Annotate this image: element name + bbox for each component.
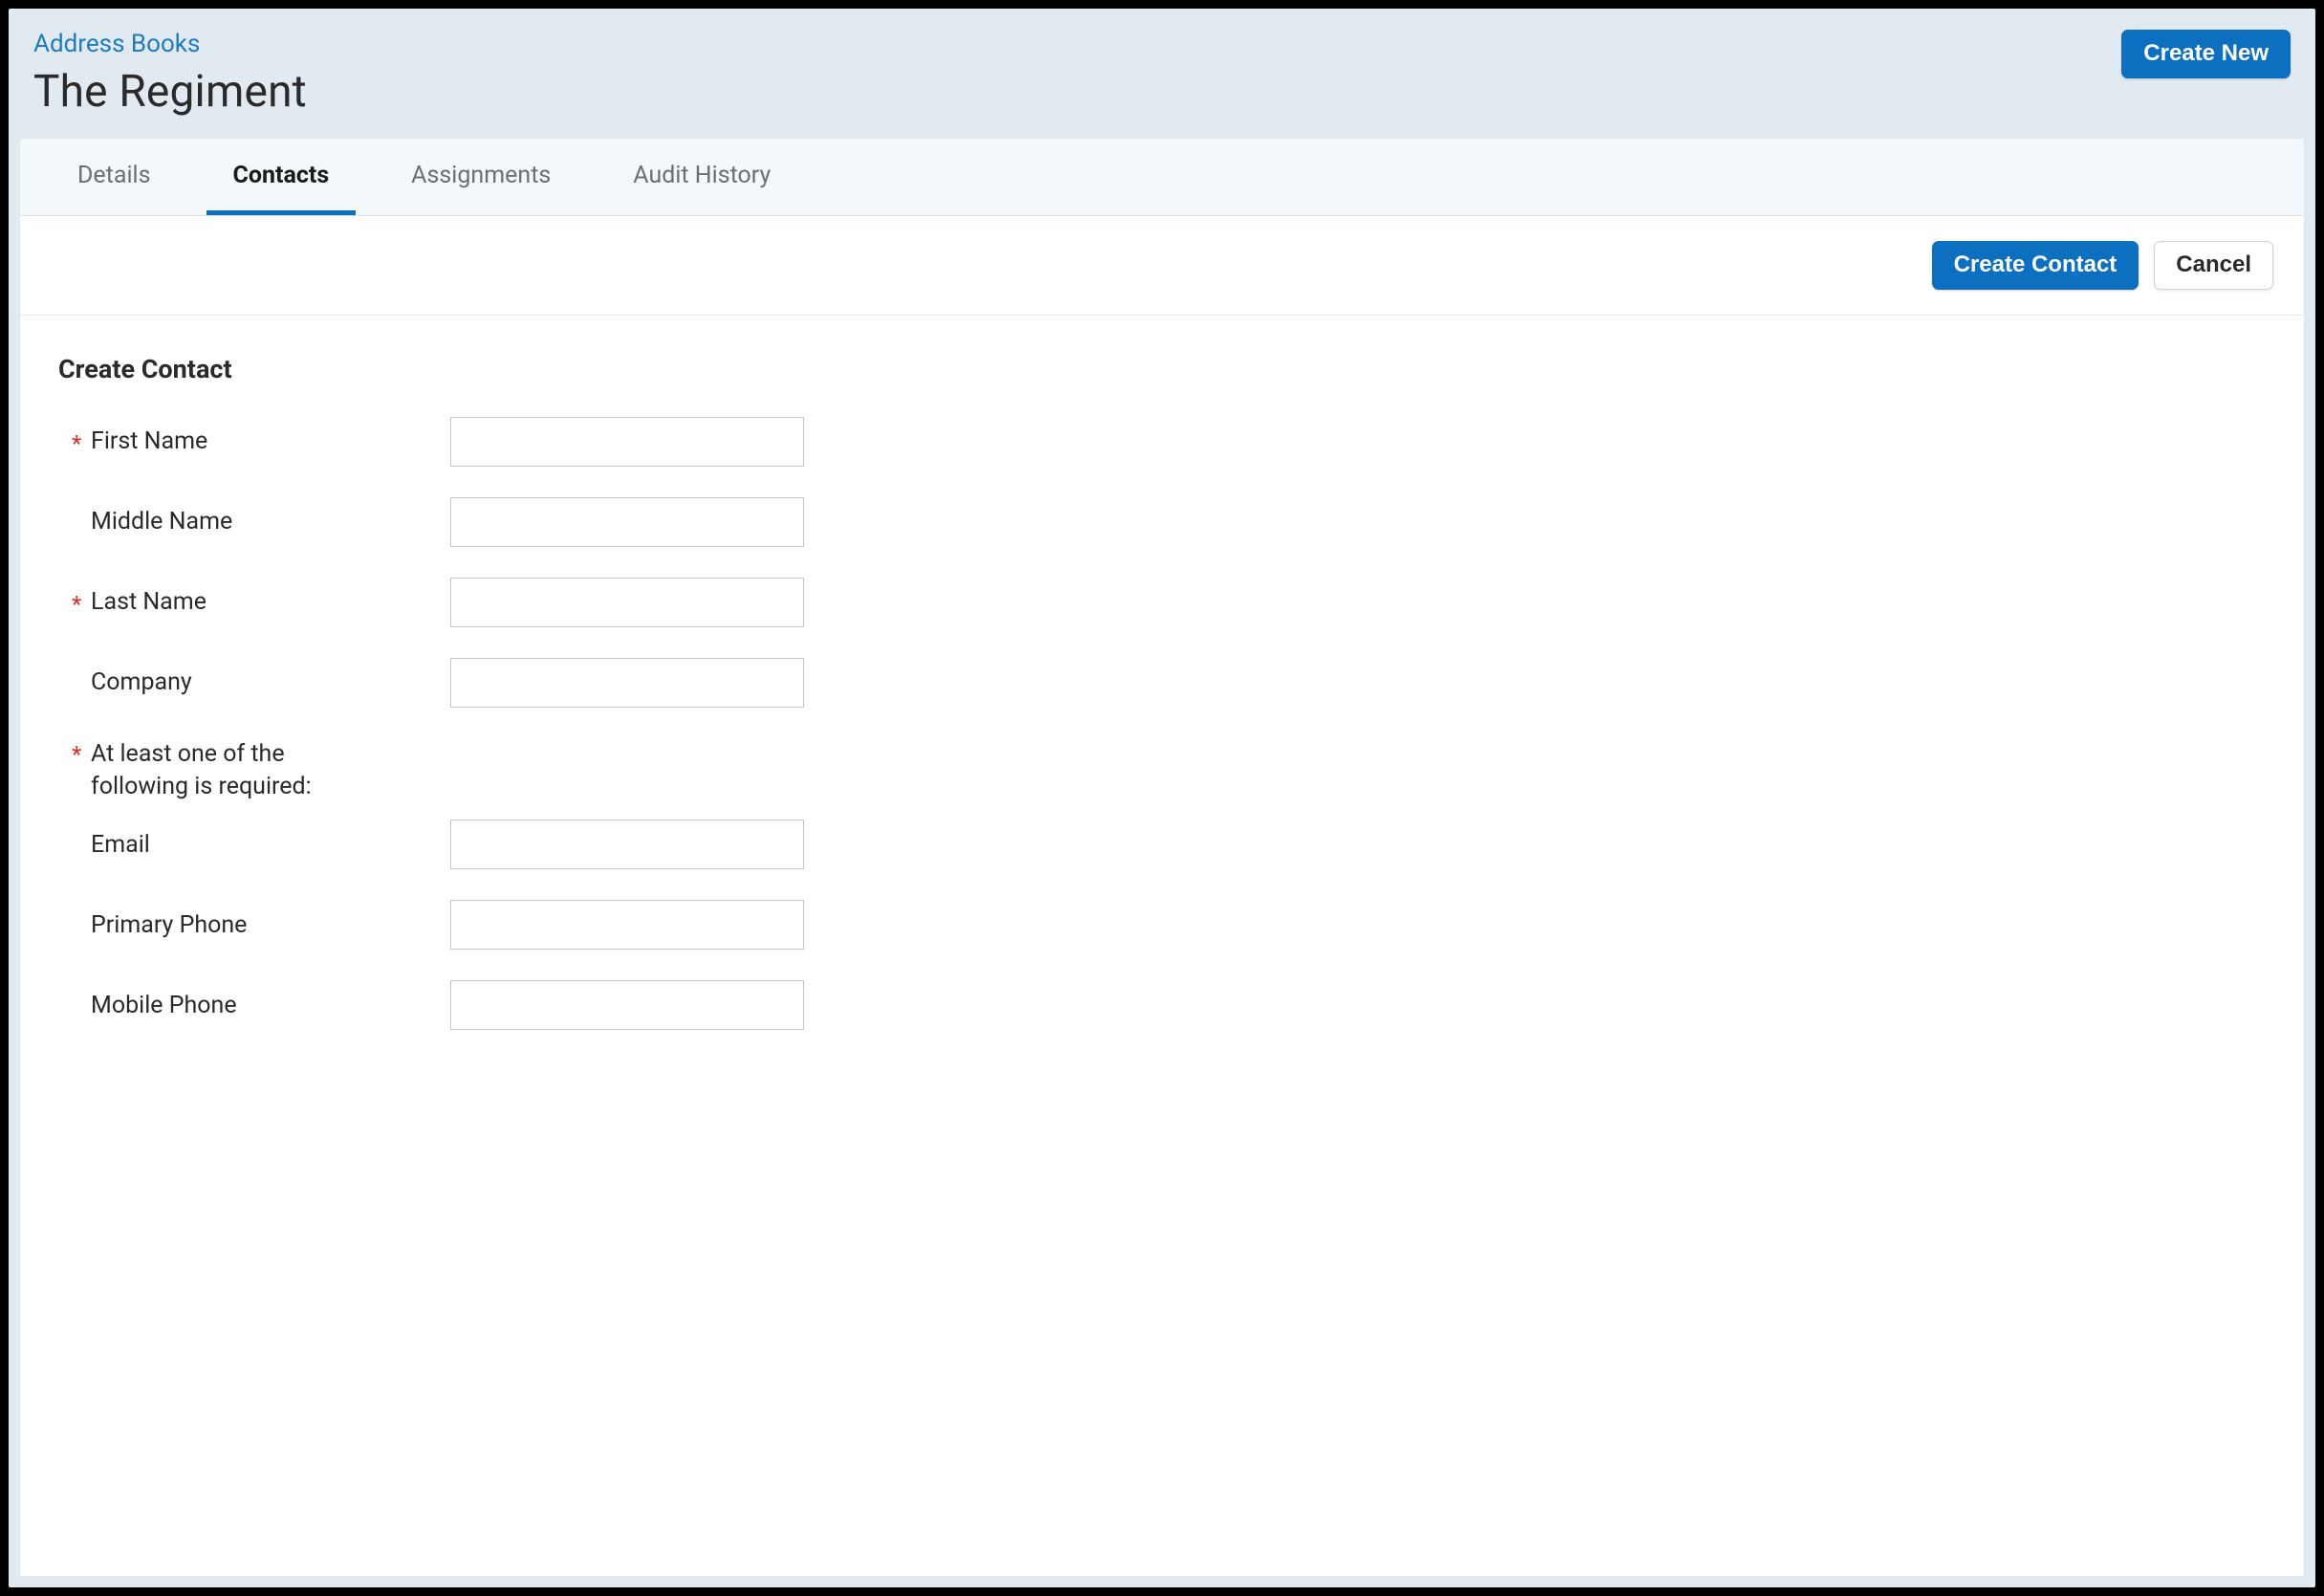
tab-bar: Details Contacts Assignments Audit Histo… xyxy=(20,139,2304,216)
tab-audit-history[interactable]: Audit History xyxy=(606,139,797,215)
header-left: Address Books The Regiment xyxy=(33,30,307,118)
tab-assignments[interactable]: Assignments xyxy=(384,139,577,215)
row-primary-phone: Primary Phone xyxy=(58,900,2266,950)
row-middle-name: Middle Name xyxy=(58,497,2266,547)
middle-name-field[interactable] xyxy=(450,497,804,547)
form-toolbar: Create Contact Cancel xyxy=(20,216,2304,316)
required-marker: * xyxy=(72,738,91,766)
label-first-name: First Name xyxy=(91,427,207,455)
label-email: Email xyxy=(91,831,150,859)
page-header: Address Books The Regiment Create New xyxy=(20,18,2304,139)
label-middle-name: Middle Name xyxy=(91,508,232,536)
row-required-note: * At least one of the following is requi… xyxy=(58,738,2266,803)
breadcrumb-link[interactable]: Address Books xyxy=(33,30,307,58)
tab-details[interactable]: Details xyxy=(51,139,178,215)
last-name-field[interactable] xyxy=(450,578,804,627)
required-marker: * xyxy=(72,427,91,455)
required-marker: * xyxy=(72,588,91,616)
primary-phone-field[interactable] xyxy=(450,900,804,950)
mobile-phone-field[interactable] xyxy=(450,980,804,1030)
row-mobile-phone: Mobile Phone xyxy=(58,980,2266,1030)
label-primary-phone: Primary Phone xyxy=(91,911,247,939)
cancel-button[interactable]: Cancel xyxy=(2154,241,2273,290)
label-company: Company xyxy=(91,668,192,696)
row-email: Email xyxy=(58,820,2266,869)
form-area: Create Contact * First Name Middle Name xyxy=(20,316,2304,1071)
required-marker-placeholder xyxy=(72,831,91,836)
label-last-name: Last Name xyxy=(91,588,206,616)
company-field[interactable] xyxy=(450,658,804,708)
page-container: Address Books The Regiment Create New De… xyxy=(9,9,2315,1587)
create-contact-button[interactable]: Create Contact xyxy=(1932,241,2139,290)
content-card: Details Contacts Assignments Audit Histo… xyxy=(20,139,2304,1576)
row-first-name: * First Name xyxy=(58,417,2266,467)
required-marker-placeholder xyxy=(72,668,91,673)
required-note: At least one of the following is require… xyxy=(91,738,378,803)
label-mobile-phone: Mobile Phone xyxy=(91,992,237,1019)
first-name-field[interactable] xyxy=(450,417,804,467)
required-marker-placeholder xyxy=(72,508,91,513)
page-title: The Regiment xyxy=(33,66,307,118)
create-new-button[interactable]: Create New xyxy=(2121,30,2291,78)
row-company: Company xyxy=(58,658,2266,708)
row-last-name: * Last Name xyxy=(58,578,2266,627)
required-marker-placeholder xyxy=(72,911,91,916)
email-field[interactable] xyxy=(450,820,804,869)
section-title: Create Contact xyxy=(58,354,2266,384)
required-marker-placeholder xyxy=(72,992,91,996)
tab-contacts[interactable]: Contacts xyxy=(206,139,357,215)
